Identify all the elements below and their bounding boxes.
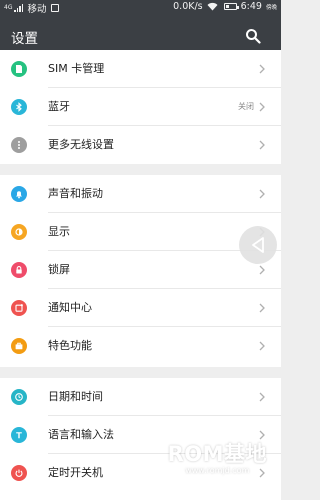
settings-item-label: 定时开关机 bbox=[48, 466, 103, 479]
settings-item-label: SIM 卡管理 bbox=[48, 62, 105, 75]
text-t-icon bbox=[11, 427, 27, 443]
settings-item-date-time[interactable]: 日期和时间 bbox=[0, 378, 281, 416]
settings-item-label: 通知中心 bbox=[48, 301, 92, 314]
settings-item-label: 锁屏 bbox=[48, 263, 70, 276]
power-timer-icon bbox=[11, 465, 27, 481]
watermark: ROM基地 www.romjd.com bbox=[168, 442, 267, 476]
chevron-right-icon bbox=[259, 189, 265, 199]
image-notification-icon bbox=[51, 4, 60, 12]
settings-item-label: 显示 bbox=[48, 225, 70, 238]
settings-item-features[interactable]: 特色功能 bbox=[0, 327, 281, 365]
carrier-label: 移动 bbox=[27, 4, 47, 15]
notification-icon bbox=[11, 300, 27, 316]
wifi-icon bbox=[207, 2, 218, 11]
chevron-right-icon bbox=[259, 140, 265, 150]
search-icon[interactable] bbox=[245, 28, 261, 44]
chevron-right-icon bbox=[259, 64, 265, 74]
settings-item-label: 更多无线设置 bbox=[48, 138, 114, 151]
settings-item-label: 语言和输入法 bbox=[48, 428, 114, 441]
settings-item-label: 蓝牙 bbox=[48, 100, 70, 113]
time-period: 傍晚 bbox=[265, 4, 277, 11]
display-icon bbox=[11, 224, 27, 240]
chevron-right-icon bbox=[259, 303, 265, 313]
settings-section-device: 声音和振动 显示 锁屏 通知中心 特色功能 bbox=[0, 175, 281, 367]
settings-item-label: 日期和时间 bbox=[48, 390, 103, 403]
sim-card-icon bbox=[11, 61, 27, 77]
bluetooth-status: 关闭 bbox=[238, 102, 254, 111]
briefcase-icon bbox=[11, 338, 27, 354]
clock-icon bbox=[11, 389, 27, 405]
settings-item-more-wireless[interactable]: 更多无线设置 bbox=[0, 126, 281, 164]
page-title: 设置 bbox=[11, 31, 38, 47]
chevron-right-icon bbox=[259, 265, 265, 275]
settings-item-label: 声音和振动 bbox=[48, 187, 103, 200]
watermark-url: www.romjd.com bbox=[185, 466, 250, 475]
chevron-right-icon bbox=[259, 341, 265, 351]
settings-item-sound[interactable]: 声音和振动 bbox=[0, 175, 281, 213]
settings-item-sim[interactable]: SIM 卡管理 bbox=[0, 50, 281, 88]
clock-time: 6:49 bbox=[240, 1, 262, 12]
chevron-right-icon bbox=[259, 102, 265, 112]
bell-icon bbox=[11, 186, 27, 202]
more-dots-icon bbox=[11, 137, 27, 153]
back-triangle-icon bbox=[252, 237, 264, 253]
lock-icon bbox=[11, 262, 27, 278]
bluetooth-icon bbox=[11, 99, 27, 115]
settings-section-network: SIM 卡管理 蓝牙 关闭 更多无线设置 bbox=[0, 50, 281, 164]
battery-icon bbox=[223, 3, 239, 10]
network-type: 4G bbox=[4, 4, 13, 11]
floating-back-button[interactable] bbox=[239, 226, 277, 264]
settings-item-lock-screen[interactable]: 锁屏 bbox=[0, 251, 281, 289]
settings-item-bluetooth[interactable]: 蓝牙 关闭 bbox=[0, 88, 281, 126]
watermark-title: ROM基地 bbox=[167, 442, 267, 466]
chevron-right-icon bbox=[259, 430, 265, 440]
settings-item-notification[interactable]: 通知中心 bbox=[0, 289, 281, 327]
signal-icon bbox=[14, 4, 24, 12]
chevron-right-icon bbox=[259, 392, 265, 402]
settings-section-system: 日期和时间 语言和输入法 定时开关机 bbox=[0, 378, 281, 500]
network-speed: 0.0K/s bbox=[173, 1, 203, 12]
settings-item-label: 特色功能 bbox=[48, 339, 92, 352]
status-bar: 4G 移动 0.0K/s 6:49 傍晚 bbox=[0, 0, 281, 16]
